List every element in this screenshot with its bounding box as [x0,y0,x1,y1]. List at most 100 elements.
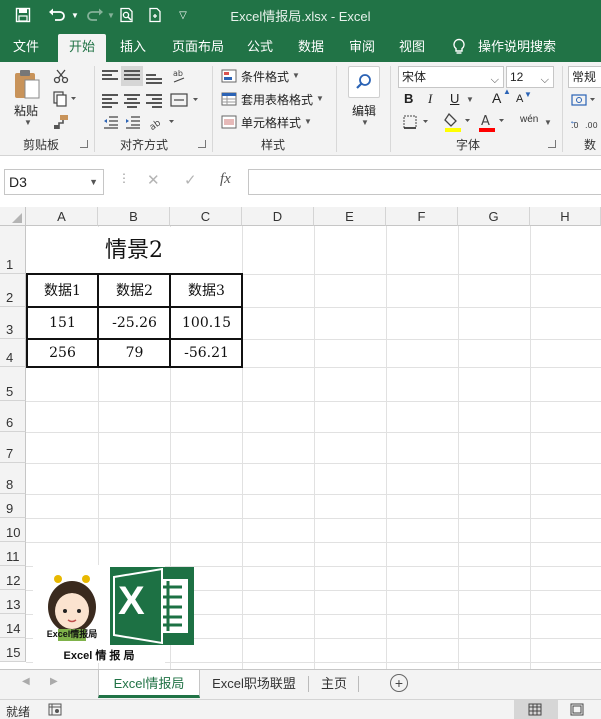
find-icon[interactable] [348,66,380,98]
editing-dropdown-icon[interactable]: ▼ [361,118,369,127]
name-box[interactable]: D3 ▼ [4,169,104,195]
tab-home[interactable]: 开始 [58,34,106,62]
cell-styles-button[interactable]: 单元格样式 [241,114,301,131]
increase-indent-icon[interactable] [122,112,144,132]
align-bottom-icon[interactable] [146,74,162,86]
tab-data[interactable]: 数据 [290,34,332,62]
font-color-icon[interactable]: A [476,110,510,134]
align-right-icon[interactable] [146,94,162,108]
bold-button[interactable]: B [404,91,413,106]
tell-me-search[interactable]: 操作说明搜索 [474,34,560,62]
underline-button[interactable]: U [450,91,459,106]
conditional-format-icon[interactable] [220,68,238,84]
table-cell[interactable]: -56.21 [171,341,242,365]
italic-button[interactable]: I [428,91,432,107]
tab-formulas[interactable]: 公式 [240,34,280,62]
editing-button[interactable]: 编辑 [352,102,376,119]
scroll-right-icon[interactable]: ▶ [50,676,58,687]
paste-icon[interactable] [10,66,44,104]
alignment-launcher-icon[interactable] [198,140,206,148]
shrink-font-button[interactable]: A [516,93,523,105]
format-as-table-button[interactable]: 套用表格格式 [241,91,313,108]
table-header-cell[interactable]: 数据1 [27,279,98,303]
row-header-1[interactable]: 1 [0,226,26,274]
column-header-c[interactable]: C [170,207,242,226]
column-header-a[interactable]: A [26,207,98,226]
decrease-indent-icon[interactable] [100,112,122,132]
align-top-icon[interactable] [102,70,118,82]
paste-dropdown-icon[interactable]: ▼ [24,118,32,127]
font-size-select[interactable]: 12 ⌵ [506,66,554,88]
align-left-icon[interactable] [102,94,118,108]
row-header-11[interactable]: 11 [0,542,26,566]
format-as-table-icon[interactable] [220,91,238,107]
tab-page-layout[interactable]: 页面布局 [166,34,230,62]
table-cell[interactable]: 79 [99,341,170,365]
row-header-8[interactable]: 8 [0,463,26,494]
table-cell[interactable]: 256 [27,341,98,365]
number-format-select[interactable]: 常规 [568,66,601,88]
text-angle-icon[interactable]: ab [146,112,180,132]
font-name-select[interactable]: 宋体 ⌵ [398,66,504,88]
copy-icon[interactable] [50,89,80,109]
tab-view[interactable]: 视图 [392,34,432,62]
table-cell[interactable]: -25.26 [99,311,170,335]
row-header-13[interactable]: 13 [0,590,26,614]
cut-icon[interactable] [50,66,72,86]
underline-dropdown-icon[interactable]: ▼ [466,95,474,104]
conditional-format-button[interactable]: 条件格式 [241,68,289,85]
insert-function-icon[interactable]: fx [220,171,231,188]
row-header-4[interactable]: 4 [0,339,26,367]
table-cell[interactable]: 151 [27,311,98,335]
row-header-5[interactable]: 5 [0,367,26,401]
row-header-2[interactable]: 2 [0,274,26,307]
grow-font-button[interactable]: A [492,90,501,106]
row-header-15[interactable]: 15 [0,638,26,662]
tab-file[interactable]: 文件 [4,34,48,62]
format-as-table-dropdown-icon[interactable]: ▼ [316,94,324,103]
formula-input[interactable] [248,169,601,195]
tab-insert[interactable]: 插入 [112,34,154,62]
sheet-tab-home[interactable]: 主页 [312,670,356,698]
row-header-7[interactable]: 7 [0,432,26,463]
row-header-3[interactable]: 3 [0,307,26,339]
tab-review[interactable]: 审阅 [342,34,382,62]
font-launcher-icon[interactable] [548,140,556,148]
align-center-icon[interactable] [124,94,140,108]
fill-color-icon[interactable] [442,110,476,134]
sheet-title[interactable]: 情景2 [27,235,241,267]
column-header-e[interactable]: E [314,207,386,226]
column-header-f[interactable]: F [386,207,458,226]
phonetic-dropdown-icon[interactable]: ▼ [544,118,552,127]
page-layout-view-icon[interactable] [570,703,584,719]
row-header-10[interactable]: 10 [0,518,26,542]
merge-center-icon[interactable] [168,90,202,110]
cell-styles-icon[interactable] [220,114,238,130]
select-all-corner[interactable] [0,207,26,226]
row-header-14[interactable]: 14 [0,614,26,638]
scroll-left-icon[interactable]: ◀ [22,676,30,687]
row-header-6[interactable]: 6 [0,401,26,432]
macro-record-icon[interactable] [48,703,62,719]
row-header-9[interactable]: 9 [0,494,26,518]
enter-icon[interactable]: ✓ [184,171,197,189]
sheet-tab-excel-league[interactable]: Excel职场联盟 [204,670,304,698]
align-middle-icon[interactable] [124,70,140,82]
cell-styles-dropdown-icon[interactable]: ▼ [304,117,312,126]
paste-label[interactable]: 粘贴 [14,102,38,119]
currency-format-icon[interactable] [570,90,598,110]
table-cell[interactable]: 100.15 [171,311,242,335]
table-header-cell[interactable]: 数据3 [171,279,242,303]
clipboard-launcher-icon[interactable] [80,140,88,148]
borders-icon[interactable] [400,112,434,132]
column-header-d[interactable]: D [242,207,314,226]
conditional-format-dropdown-icon[interactable]: ▼ [292,71,300,80]
table-header-cell[interactable]: 数据2 [99,279,170,303]
phonetic-button[interactable]: wén [520,114,538,125]
sheet-tab-excel-intel[interactable]: Excel情报局 [98,670,200,698]
normal-view-icon[interactable] [528,703,542,719]
format-painter-icon[interactable] [50,112,72,132]
cancel-icon[interactable]: ✕ [147,171,160,189]
worksheet-grid[interactable]: A B C D E F G H 1 2 3 4 5 6 7 8 9 10 11 … [0,207,601,669]
column-header-h[interactable]: H [530,207,601,226]
